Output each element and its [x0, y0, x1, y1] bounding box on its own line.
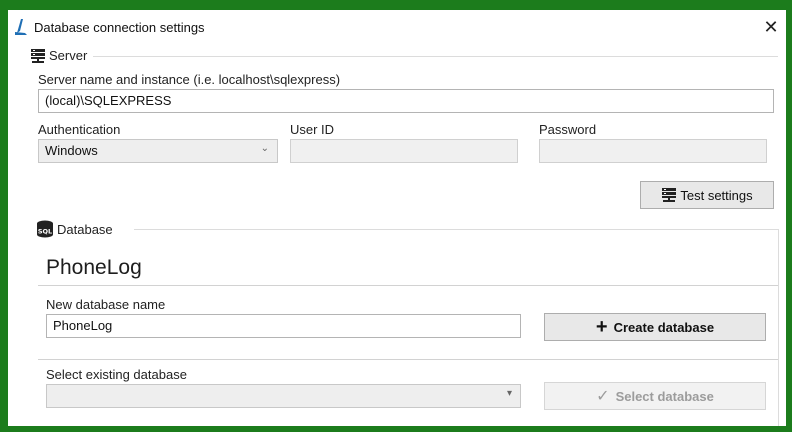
server-name-input[interactable]: (local)\SQLEXPRESS: [38, 89, 774, 113]
database-group-border-right: [778, 229, 779, 426]
chevron-down-icon: ⌄: [260, 143, 269, 154]
new-database-label: New database name: [46, 297, 166, 312]
database-separator-2: [38, 359, 778, 360]
create-database-label: Create database: [613, 319, 715, 335]
server-icon: [31, 48, 45, 63]
dropdown-arrow-icon: ▾: [506, 388, 512, 399]
select-existing-label: Select existing database: [46, 367, 187, 382]
test-settings-button[interactable]: Test settings: [640, 181, 774, 209]
server-group-border: [88, 56, 778, 57]
database-group-legend: SQL Database: [36, 220, 119, 238]
close-icon: ✕: [763, 17, 779, 37]
database-separator-1: [38, 285, 778, 286]
current-database-name: PhoneLog: [46, 256, 142, 279]
database-legend-label: Database: [57, 221, 113, 237]
check-icon: ✓: [596, 388, 610, 405]
create-database-button[interactable]: + Create database: [544, 313, 766, 341]
password-input[interactable]: [539, 139, 767, 163]
sql-database-icon: SQL: [37, 220, 53, 238]
test-settings-label: Test settings: [680, 187, 753, 203]
authentication-label: Authentication: [38, 122, 121, 137]
server-icon: [662, 188, 677, 202]
svg-text:SQL: SQL: [38, 228, 52, 236]
connection-settings-window: Database connection settings ✕ Server Se…: [8, 10, 786, 426]
server-legend-label: Server: [49, 48, 88, 63]
close-button[interactable]: ✕: [756, 10, 786, 44]
plus-icon: +: [595, 316, 608, 338]
authentication-value: Windows: [45, 143, 98, 158]
window-title: Database connection settings: [34, 20, 205, 35]
authentication-select[interactable]: Windows ⌄: [38, 139, 278, 163]
database-group-border-top: [134, 229, 778, 230]
user-id-label: User ID: [290, 122, 335, 137]
existing-database-select[interactable]: ▾: [46, 384, 521, 408]
server-group-legend: Server: [30, 48, 94, 63]
server-name-label: Server name and instance (i.e. localhost…: [38, 72, 341, 87]
user-id-input[interactable]: [290, 139, 518, 163]
title-bar: Database connection settings ✕: [8, 10, 786, 44]
password-label: Password: [539, 122, 597, 137]
select-database-button[interactable]: ✓ Select database: [544, 382, 766, 410]
select-database-label: Select database: [615, 388, 714, 404]
new-database-input[interactable]: PhoneLog: [46, 314, 521, 338]
app-icon: [15, 19, 27, 35]
